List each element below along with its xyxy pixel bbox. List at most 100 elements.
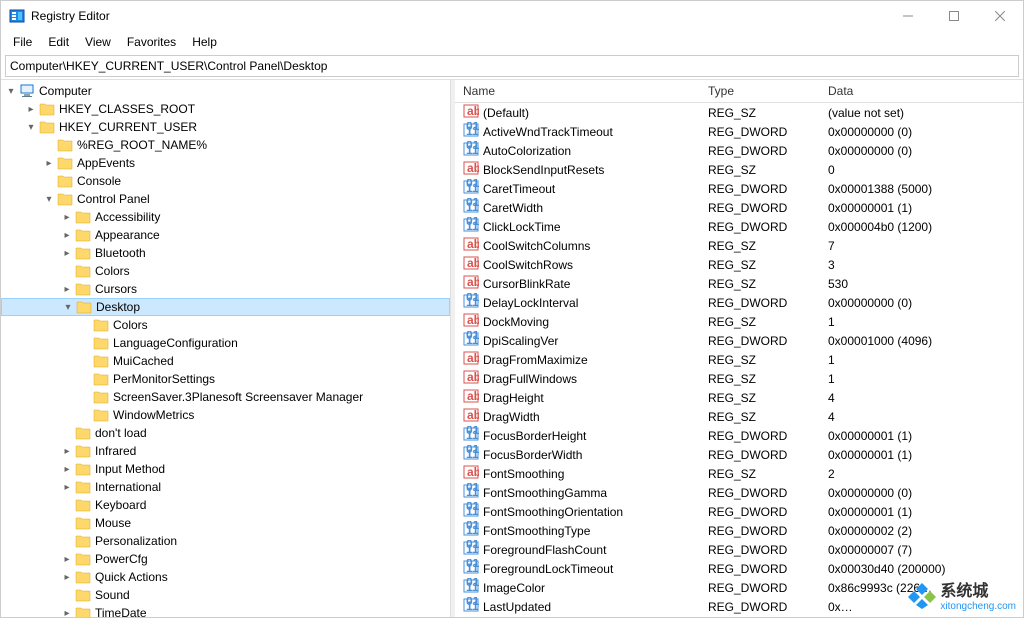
tree-item[interactable]: ▸Bluetooth — [1, 244, 450, 262]
value-type: REG_DWORD — [700, 201, 820, 215]
value-data: 530 — [820, 277, 1023, 291]
tree-label: Console — [77, 174, 121, 188]
chevron-right-icon[interactable]: ▸ — [41, 155, 57, 171]
value-type: REG_SZ — [700, 277, 820, 291]
tree-item[interactable]: ▸Appearance — [1, 226, 450, 244]
tree-item[interactable]: MuiCached — [1, 352, 450, 370]
chevron-right-icon[interactable]: ▸ — [59, 479, 75, 495]
value-row[interactable]: 011110CaretWidthREG_DWORD0x00000001 (1) — [455, 198, 1023, 217]
tree-pane[interactable]: ▾ Computer ▸HKEY_CLASSES_ROOT▾HKEY_CURRE… — [1, 80, 451, 617]
tree-item[interactable]: Colors — [1, 316, 450, 334]
menu-favorites[interactable]: Favorites — [119, 33, 184, 51]
chevron-right-icon[interactable]: ▸ — [59, 245, 75, 261]
value-row[interactable]: 011110FocusBorderWidthREG_DWORD0x0000000… — [455, 445, 1023, 464]
value-row[interactable]: abDragHeightREG_SZ4 — [455, 388, 1023, 407]
value-row[interactable]: 011110CaretTimeoutREG_DWORD0x00001388 (5… — [455, 179, 1023, 198]
tree-item[interactable]: Mouse — [1, 514, 450, 532]
chevron-right-icon[interactable]: ▸ — [59, 551, 75, 567]
tree-item[interactable]: ▸Input Method — [1, 460, 450, 478]
value-row[interactable]: abDragFromMaximizeREG_SZ1 — [455, 350, 1023, 369]
chevron-down-icon[interactable]: ▾ — [41, 191, 57, 207]
chevron-right-icon[interactable]: ▸ — [23, 101, 39, 117]
tree-item[interactable]: Keyboard — [1, 496, 450, 514]
tree-item[interactable]: ▸AppEvents — [1, 154, 450, 172]
value-row[interactable]: abCoolSwitchColumnsREG_SZ7 — [455, 236, 1023, 255]
chevron-right-icon[interactable]: ▸ — [59, 209, 75, 225]
value-row[interactable]: 011110ClickLockTimeREG_DWORD0x000004b0 (… — [455, 217, 1023, 236]
menu-view[interactable]: View — [77, 33, 119, 51]
tree-item[interactable]: Sound — [1, 586, 450, 604]
tree-item[interactable]: ▸HKEY_CLASSES_ROOT — [1, 100, 450, 118]
value-row[interactable]: abFontSmoothingREG_SZ2 — [455, 464, 1023, 483]
tree-item[interactable]: ScreenSaver.3Planesoft Screensaver Manag… — [1, 388, 450, 406]
close-button[interactable] — [977, 1, 1023, 31]
maximize-button[interactable] — [931, 1, 977, 31]
chevron-right-icon[interactable]: ▸ — [59, 569, 75, 585]
tree-item[interactable]: ▾HKEY_CURRENT_USER — [1, 118, 450, 136]
chevron-right-icon[interactable]: ▸ — [59, 461, 75, 477]
tree-item[interactable]: ▸TimeDate — [1, 604, 450, 617]
value-row[interactable]: abCursorBlinkRateREG_SZ530 — [455, 274, 1023, 293]
tree-item[interactable]: PerMonitorSettings — [1, 370, 450, 388]
value-row[interactable]: 011110AutoColorizationREG_DWORD0x0000000… — [455, 141, 1023, 160]
value-row[interactable]: abCoolSwitchRowsREG_SZ3 — [455, 255, 1023, 274]
value-data: 1 — [820, 315, 1023, 329]
menu-edit[interactable]: Edit — [40, 33, 77, 51]
binary-value-icon: 011110 — [463, 217, 479, 236]
chevron-right-icon[interactable]: ▸ — [59, 605, 75, 617]
value-row[interactable]: 011110FontSmoothingOrientationREG_DWORD0… — [455, 502, 1023, 521]
value-row[interactable]: abDragWidthREG_SZ4 — [455, 407, 1023, 426]
value-row[interactable]: ab(Default)REG_SZ(value not set) — [455, 103, 1023, 122]
chevron-down-icon[interactable]: ▾ — [60, 299, 76, 315]
tree-item[interactable]: don't load — [1, 424, 450, 442]
value-row[interactable]: abDockMovingREG_SZ1 — [455, 312, 1023, 331]
values-pane[interactable]: Name Type Data ab(Default)REG_SZ(value n… — [455, 80, 1023, 617]
value-row[interactable]: 011110ForegroundFlashCountREG_DWORD0x000… — [455, 540, 1023, 559]
tree-item[interactable]: ▸Quick Actions — [1, 568, 450, 586]
value-row[interactable]: abDragFullWindowsREG_SZ1 — [455, 369, 1023, 388]
chevron-right-icon[interactable]: ▸ — [59, 281, 75, 297]
menu-help[interactable]: Help — [184, 33, 225, 51]
value-row[interactable]: 011110FontSmoothingGammaREG_DWORD0x00000… — [455, 483, 1023, 502]
value-row[interactable]: 011110DpiScalingVerREG_DWORD0x00001000 (… — [455, 331, 1023, 350]
chevron-right-icon[interactable]: ▸ — [59, 227, 75, 243]
value-type: REG_SZ — [700, 391, 820, 405]
value-type: REG_DWORD — [700, 543, 820, 557]
minimize-button[interactable] — [885, 1, 931, 31]
value-type: REG_SZ — [700, 353, 820, 367]
chevron-down-icon[interactable]: ▾ — [3, 83, 19, 99]
tree-item[interactable]: ▸Infrared — [1, 442, 450, 460]
tree-root[interactable]: ▾ Computer — [1, 82, 450, 100]
value-row[interactable]: 011110ForegroundLockTimeoutREG_DWORD0x00… — [455, 559, 1023, 578]
value-row[interactable]: 011110ActiveWndTrackTimeoutREG_DWORD0x00… — [455, 122, 1023, 141]
value-row[interactable]: abBlockSendInputResetsREG_SZ0 — [455, 160, 1023, 179]
tree-item[interactable]: ▸International — [1, 478, 450, 496]
column-header-name[interactable]: Name — [455, 80, 700, 102]
tree-item[interactable]: WindowMetrics — [1, 406, 450, 424]
expand-spacer — [59, 587, 75, 603]
tree-item[interactable]: ▸Accessibility — [1, 208, 450, 226]
chevron-right-icon[interactable]: ▸ — [59, 443, 75, 459]
chevron-down-icon[interactable]: ▾ — [23, 119, 39, 135]
value-data: 0x00000001 (1) — [820, 429, 1023, 443]
svg-text:110: 110 — [466, 561, 479, 575]
tree-item[interactable]: ▸Cursors — [1, 280, 450, 298]
value-row[interactable]: 011110FocusBorderHeightREG_DWORD0x000000… — [455, 426, 1023, 445]
tree-item[interactable]: %REG_ROOT_NAME% — [1, 136, 450, 154]
column-header-type[interactable]: Type — [700, 80, 820, 102]
value-row[interactable]: 011110FontSmoothingTypeREG_DWORD0x000000… — [455, 521, 1023, 540]
tree-label: %REG_ROOT_NAME% — [77, 138, 207, 152]
address-bar[interactable]: Computer\HKEY_CURRENT_USER\Control Panel… — [5, 55, 1019, 77]
tree-item[interactable]: ▾Desktop — [1, 298, 450, 316]
menu-file[interactable]: File — [5, 33, 40, 51]
tree-item[interactable]: LanguageConfiguration — [1, 334, 450, 352]
svg-text:ab: ab — [467, 389, 479, 403]
tree-item[interactable]: Personalization — [1, 532, 450, 550]
tree-item[interactable]: ▾Control Panel — [1, 190, 450, 208]
svg-text:ab: ab — [467, 465, 479, 479]
tree-item[interactable]: ▸PowerCfg — [1, 550, 450, 568]
value-row[interactable]: 011110DelayLockIntervalREG_DWORD0x000000… — [455, 293, 1023, 312]
tree-item[interactable]: Console — [1, 172, 450, 190]
column-header-data[interactable]: Data — [820, 80, 1023, 102]
tree-item[interactable]: Colors — [1, 262, 450, 280]
